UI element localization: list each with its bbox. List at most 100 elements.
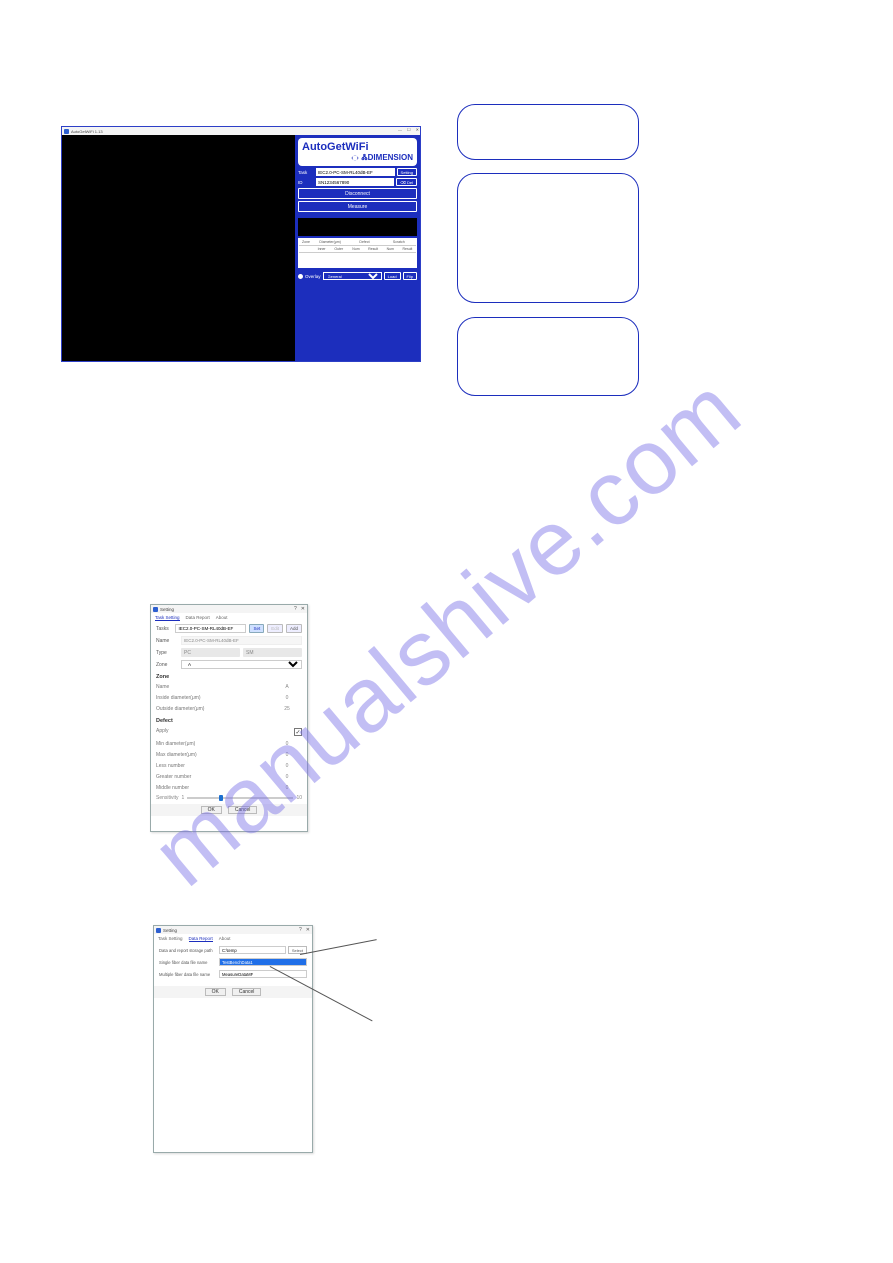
app-window: AutoGetWiFi 1.13 — ☐ ✕ AutoGetWiFi ᏜDIME… xyxy=(61,126,421,362)
dlg1-cancel-button[interactable]: Cancel xyxy=(228,806,258,814)
dlg1-tabs: Task Setting Data Report About xyxy=(151,613,307,621)
storage-path-input[interactable] xyxy=(219,946,286,954)
annotation-box-2 xyxy=(457,173,639,303)
setting-dialog-report: Setting ? ✕ Task Setting Data Report Abo… xyxy=(153,925,313,1153)
multi-file-input[interactable] xyxy=(219,970,307,978)
dlg2-title: Setting xyxy=(163,928,177,933)
add-button[interactable]: Add xyxy=(286,624,302,633)
slider-thumb[interactable] xyxy=(219,795,223,801)
dlg2-titlebar: Setting ? ✕ xyxy=(154,926,312,934)
tab-data-report[interactable]: Data Report xyxy=(186,615,210,621)
middle-num-label: Middle number xyxy=(156,785,189,791)
setting-button[interactable]: Setting xyxy=(397,168,417,176)
zone-select[interactable]: A xyxy=(181,660,302,669)
task-label: Task xyxy=(298,170,314,175)
col-scratch-result: Result xyxy=(399,246,416,252)
type-label: Type xyxy=(156,650,178,656)
brand-logo-icon xyxy=(350,153,360,163)
name-value: IEC2.0-PC-SM-RL40dB-EF xyxy=(181,636,302,645)
dlg2-icon xyxy=(156,928,161,933)
dlg2-ok-button[interactable]: OK xyxy=(205,988,226,996)
greater-num-label: Greater number xyxy=(156,774,191,780)
inside-dia-label: Inside diameter(μm) xyxy=(156,695,201,701)
overlay-radio-icon[interactable] xyxy=(298,274,303,279)
greater-num-value: 0 xyxy=(272,774,302,780)
sensitivity-slider[interactable] xyxy=(187,797,293,799)
app-titlebar: AutoGetWiFi 1.13 — ☐ ✕ xyxy=(62,127,420,135)
minimize-button[interactable]: — xyxy=(398,127,402,132)
dlg2-cancel-button[interactable]: Cancel xyxy=(232,988,262,996)
dlg1-ok-button[interactable]: OK xyxy=(201,806,222,814)
tasks-select[interactable] xyxy=(175,624,246,633)
dlg1-title: Setting xyxy=(160,607,174,612)
dlg1-icon xyxy=(153,607,158,612)
col-group-defect: Defect xyxy=(347,239,381,245)
col-outer: Outer xyxy=(330,246,347,252)
min-dia-label: Min diameter(μm) xyxy=(156,741,195,747)
thumbnail-video xyxy=(298,218,417,236)
dlg1-close-button[interactable]: ✕ xyxy=(301,606,305,612)
tab2-data-report[interactable]: Data Report xyxy=(189,936,213,942)
app-title: AutoGetWiFi 1.13 xyxy=(71,129,103,134)
app-icon xyxy=(64,129,69,134)
maximize-button[interactable]: ☐ xyxy=(407,127,411,132)
edit-button[interactable]: Edit xyxy=(267,624,283,633)
dlg1-help-button[interactable]: ? xyxy=(294,606,297,612)
outside-dia-label: Outside diameter(μm) xyxy=(156,706,204,712)
col-group-diameter: Diameter(μm) xyxy=(313,239,347,245)
col-group-scratch: Scratch xyxy=(382,239,416,245)
tasks-label: Tasks xyxy=(156,626,172,632)
outside-dia-value: 25 xyxy=(272,706,302,712)
zone-name-value: A xyxy=(272,684,302,690)
close-button[interactable]: ✕ xyxy=(416,127,419,132)
dlg2-help-button[interactable]: ? xyxy=(299,927,302,933)
section-defect: Defect xyxy=(156,716,302,724)
col-defect-result: Result xyxy=(365,246,382,252)
tab2-about[interactable]: About xyxy=(219,936,231,942)
tab-task-setting[interactable]: Task Setting xyxy=(155,615,180,621)
single-file-input[interactable] xyxy=(219,958,307,966)
section-zone: Zone xyxy=(156,672,302,680)
zone-name-label: Name xyxy=(156,684,169,690)
measure-button[interactable]: Measure xyxy=(298,201,417,212)
flip-button[interactable]: Flip xyxy=(403,272,417,280)
middle-num-value: 0 xyxy=(272,785,302,791)
col-inner: Inner xyxy=(313,246,330,252)
name-label: Name xyxy=(156,638,178,644)
sensitivity-label: Sensitivity xyxy=(156,795,179,801)
id-label: ID xyxy=(298,180,314,185)
less-num-label: Less number xyxy=(156,763,185,769)
set-button[interactable]: Set xyxy=(249,624,264,633)
dlg2-close-button[interactable]: ✕ xyxy=(306,927,310,933)
task-select[interactable] xyxy=(316,168,395,176)
brand-title: AutoGetWiFi xyxy=(302,141,413,153)
id-input[interactable] xyxy=(316,178,394,186)
setting-dialog-task: Setting ? ✕ Task Setting Data Report Abo… xyxy=(150,604,308,832)
dlg1-titlebar: Setting ? ✕ xyxy=(151,605,307,613)
apply-label: Apply xyxy=(156,728,169,736)
tab2-task-setting[interactable]: Task Setting xyxy=(158,936,183,942)
overlay-select[interactable]: General xyxy=(323,272,382,280)
overlay-label: Overlay xyxy=(298,274,321,279)
zone-table: Zone Diameter(μm) Defect Scratch Inner O… xyxy=(298,238,417,268)
single-file-label: Single fiber data file name xyxy=(159,960,217,965)
max-dia-value: 0 xyxy=(272,752,302,758)
min-dia-value: 0 xyxy=(272,741,302,747)
apply-checkbox[interactable]: ✓ xyxy=(294,728,302,736)
brand-card: AutoGetWiFi ᏜDIMENSION xyxy=(298,138,417,166)
zone-label: Zone xyxy=(156,662,178,668)
load-button[interactable]: Load xyxy=(384,272,401,280)
dlg2-tabs: Task Setting Data Report About xyxy=(154,934,312,942)
annotation-box-3 xyxy=(457,317,639,396)
type-sm: SM xyxy=(243,648,302,657)
disconnect-button[interactable]: Disconnect xyxy=(298,188,417,199)
video-pane xyxy=(62,135,295,361)
tab-about[interactable]: About xyxy=(216,615,228,621)
multi-file-label: Multiple fiber data file name xyxy=(159,972,217,977)
annotation-box-1 xyxy=(457,104,639,160)
table-corner: Zone xyxy=(299,239,313,245)
sensitivity-max: 10 xyxy=(296,795,302,801)
storage-path-label: Data and report storage path xyxy=(159,948,217,953)
del-button[interactable]: ⌫ Del xyxy=(396,178,417,186)
inside-dia-value: 0 xyxy=(272,695,302,701)
